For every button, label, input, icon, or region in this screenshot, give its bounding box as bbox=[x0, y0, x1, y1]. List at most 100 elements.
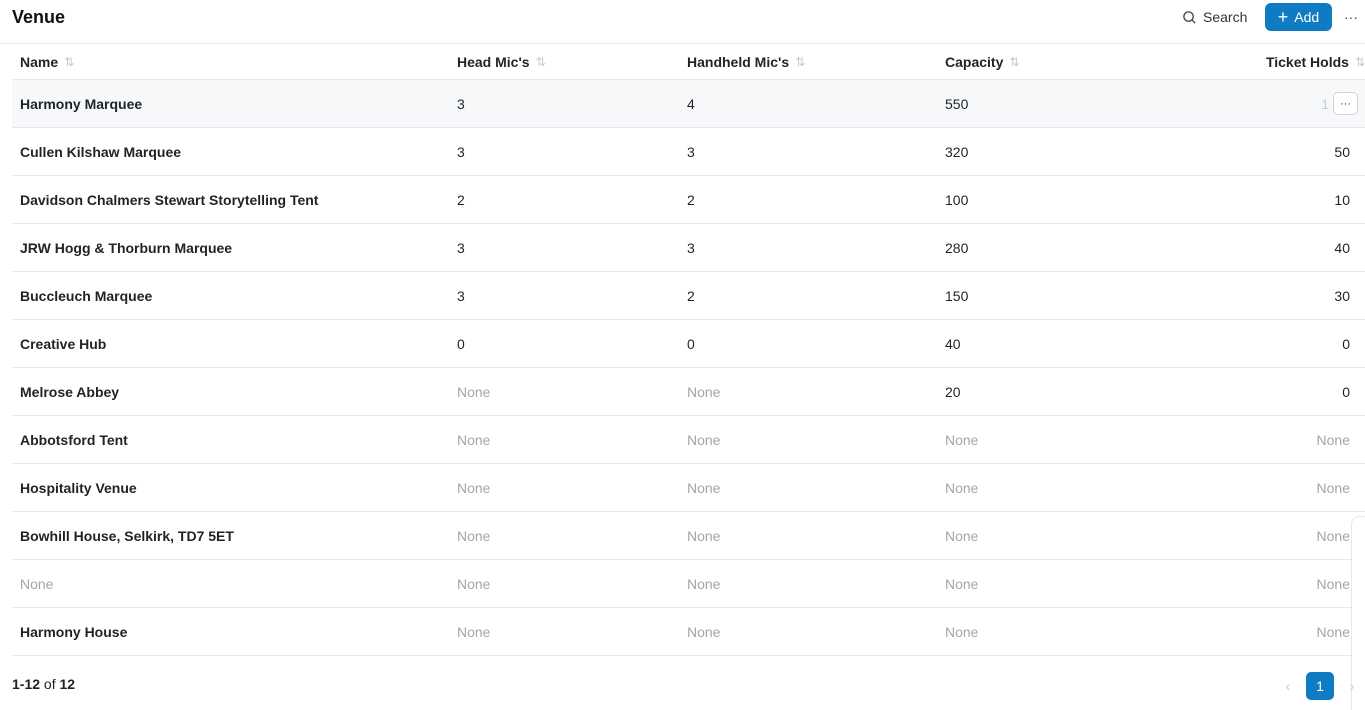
cell-handheld: 3 bbox=[687, 239, 695, 256]
column-header-ticket-holds[interactable]: Ticket Holds ⇅ bbox=[1265, 44, 1365, 80]
cell-name: JRW Hogg & Thorburn Marquee bbox=[20, 239, 233, 256]
cell-handheld: 2 bbox=[687, 191, 695, 208]
cell-handheld: None bbox=[687, 527, 721, 544]
of-label: of bbox=[43, 676, 56, 692]
next-page-button[interactable]: › bbox=[1344, 676, 1360, 696]
table-row[interactable]: Hospitality Venue None None None None bbox=[12, 464, 1365, 512]
cell-head: 0 bbox=[457, 335, 465, 352]
cell-ticket-holds: 0 bbox=[1342, 335, 1350, 352]
plus-icon: + bbox=[1277, 7, 1289, 27]
cell-head: 3 bbox=[457, 143, 465, 160]
cell-name: Davidson Chalmers Stewart Storytelling T… bbox=[20, 191, 319, 208]
column-header-capacity[interactable]: Capacity ⇅ bbox=[945, 44, 1019, 80]
cell-capacity: None bbox=[945, 431, 979, 448]
cell-name: Bowhill House, Selkirk, TD7 5ET bbox=[20, 527, 234, 544]
add-button[interactable]: + Add bbox=[1265, 3, 1332, 31]
sort-icon: ⇅ bbox=[535, 55, 546, 69]
cell-handheld: None bbox=[687, 575, 721, 592]
table-row[interactable]: Davidson Chalmers Stewart Storytelling T… bbox=[12, 176, 1365, 224]
table-row[interactable]: Harmony House None None None None bbox=[12, 608, 1365, 656]
cell-name: Cullen Kilshaw Marquee bbox=[20, 143, 182, 160]
cell-head: None bbox=[457, 479, 491, 496]
column-header-label: Handheld Mic's bbox=[687, 54, 790, 70]
cell-ticket-holds: 1 bbox=[1321, 95, 1329, 112]
cell-ticket-holds: None bbox=[1316, 527, 1350, 544]
table-row[interactable]: None None None None None bbox=[12, 560, 1365, 608]
table-row[interactable]: Bowhill House, Selkirk, TD7 5ET None None N… bbox=[12, 512, 1365, 560]
cell-ticket-holds: None bbox=[1316, 479, 1350, 496]
search-label: Search bbox=[1203, 9, 1248, 25]
top-bar: Venue Search + Add ··· bbox=[0, 0, 1365, 44]
more-options-button[interactable]: ··· bbox=[1340, 6, 1362, 28]
cell-capacity: None bbox=[945, 527, 979, 544]
cell-head: None bbox=[457, 383, 491, 400]
cell-head: None bbox=[457, 527, 491, 544]
search-icon bbox=[1183, 10, 1196, 24]
cell-capacity: 40 bbox=[945, 335, 961, 352]
cell-name: Buccleuch Marquee bbox=[20, 287, 153, 304]
table-row[interactable]: Abbotsford Tent None None None None bbox=[12, 416, 1365, 464]
column-header-label: Name bbox=[20, 54, 59, 70]
sort-icon: ⇅ bbox=[1354, 55, 1365, 69]
cell-handheld: None bbox=[687, 479, 721, 496]
cell-head: None bbox=[457, 575, 491, 592]
cell-handheld: None bbox=[687, 623, 721, 640]
page-title: Venue bbox=[12, 7, 66, 27]
row-actions-button[interactable]: ··· bbox=[1333, 92, 1358, 115]
column-header-name[interactable]: Name ⇅ bbox=[20, 44, 74, 80]
cell-handheld: None bbox=[687, 383, 721, 400]
cell-head: 3 bbox=[457, 287, 465, 304]
table-row[interactable]: Harmony Marquee 3 4 550 1 ··· bbox=[12, 80, 1365, 128]
column-header-label: Head Mic's bbox=[457, 54, 530, 70]
cell-head: 2 bbox=[457, 191, 465, 208]
search-button[interactable]: Search bbox=[1176, 4, 1253, 30]
cell-ticket-holds: 50 bbox=[1334, 143, 1350, 160]
cell-name: Hospitality Venue bbox=[20, 479, 137, 496]
cell-head: None bbox=[457, 431, 491, 448]
column-header-label: Capacity bbox=[945, 54, 1004, 70]
total-label: 12 bbox=[59, 676, 76, 692]
cell-name: Abbotsford Tent bbox=[20, 431, 128, 448]
cell-capacity: None bbox=[945, 575, 979, 592]
cell-name: Harmony House bbox=[20, 623, 128, 640]
range-label: 1-12 bbox=[12, 676, 41, 692]
cell-name: Creative Hub bbox=[20, 335, 107, 352]
table-header: Name ⇅ Head Mic's ⇅ Handheld Mic's ⇅ Cap… bbox=[12, 44, 1365, 80]
cell-head: 3 bbox=[457, 239, 465, 256]
cell-ticket-holds: 40 bbox=[1334, 239, 1350, 256]
previous-page-button[interactable]: ‹ bbox=[1280, 676, 1296, 696]
cell-handheld: 0 bbox=[687, 335, 695, 352]
cell-name: None bbox=[20, 575, 54, 592]
column-header-head-mics[interactable]: Head Mic's ⇅ bbox=[457, 44, 546, 80]
cell-handheld: 3 bbox=[687, 143, 695, 160]
pagination-summary: 1-12 of 12 bbox=[12, 676, 75, 692]
sort-icon: ⇅ bbox=[1009, 55, 1019, 69]
cell-name: Harmony Marquee bbox=[20, 95, 143, 112]
table-row[interactable]: Creative Hub 0 0 40 0 bbox=[12, 320, 1365, 368]
cell-capacity: 20 bbox=[945, 383, 961, 400]
cell-handheld: 4 bbox=[687, 95, 695, 112]
cell-ticket-holds: 30 bbox=[1334, 287, 1350, 304]
table-row[interactable]: JRW Hogg & Thorburn Marquee 3 3 280 40 bbox=[12, 224, 1365, 272]
cell-head: 3 bbox=[457, 95, 465, 112]
cell-handheld: None bbox=[687, 431, 721, 448]
sort-icon: ⇅ bbox=[64, 55, 74, 69]
cell-ticket-holds: 10 bbox=[1334, 191, 1350, 208]
cell-capacity: 320 bbox=[945, 143, 969, 160]
table-row[interactable]: Melrose Abbey None None 20 0 bbox=[12, 368, 1365, 416]
cell-head: None bbox=[457, 623, 491, 640]
add-label: Add bbox=[1294, 9, 1320, 25]
cell-name: Melrose Abbey bbox=[20, 383, 120, 400]
column-header-handheld-mics[interactable]: Handheld Mic's ⇅ bbox=[687, 44, 805, 80]
cell-capacity: 150 bbox=[945, 287, 969, 304]
cell-ticket-holds: None bbox=[1316, 623, 1350, 640]
table-row[interactable]: Buccleuch Marquee 3 2 150 30 bbox=[12, 272, 1365, 320]
cell-capacity: 280 bbox=[945, 239, 969, 256]
cell-ticket-holds: None bbox=[1316, 575, 1350, 592]
cell-capacity: 100 bbox=[945, 191, 969, 208]
sort-icon: ⇅ bbox=[795, 55, 805, 69]
page-1-button[interactable]: 1 bbox=[1306, 672, 1334, 700]
column-header-label: Ticket Holds bbox=[1265, 54, 1349, 70]
table-row[interactable]: Cullen Kilshaw Marquee 3 3 320 50 bbox=[12, 128, 1365, 176]
cell-capacity: None bbox=[945, 623, 979, 640]
